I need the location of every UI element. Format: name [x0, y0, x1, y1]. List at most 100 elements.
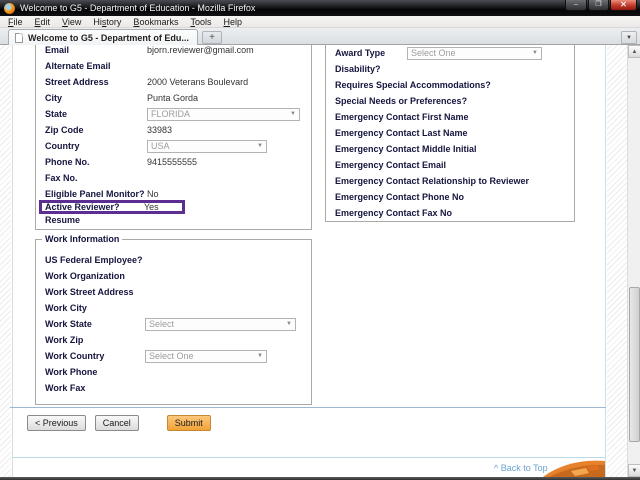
field-label: Emergency Contact First Name: [335, 112, 469, 122]
form-row: Work Zip ▼: [45, 332, 311, 348]
form-row: Resume ▼: [45, 212, 311, 228]
field-label: Special Needs or Preferences?: [335, 96, 468, 106]
field-value: 9415555555: [147, 157, 198, 167]
submit-button[interactable]: Submit: [166, 415, 211, 431]
field-label: Work City: [45, 303, 87, 313]
select-dropdown[interactable]: FLORIDA ▼: [147, 107, 300, 121]
list-tabs-button[interactable]: ▼: [621, 31, 637, 44]
award-emergency-box: Award Type Select One Select One ▼ Disab…: [325, 45, 575, 222]
menu-bar: File Edit View History Bookmarks Tools H…: [0, 16, 640, 28]
form-row: Fax No. ▼: [45, 170, 311, 186]
field-label: Work Fax: [45, 383, 86, 393]
window-titlebar: Welcome to G5 - Department of Education …: [0, 0, 640, 16]
field-label: Work State: [45, 319, 92, 329]
form-row: Emergency Contact First Name ▼: [335, 109, 574, 125]
form-row: Zip Code 33983 33983 ▼: [45, 122, 311, 138]
field-label: Email: [45, 45, 70, 55]
menu-item[interactable]: Edit: [29, 16, 57, 28]
form-row: Requires Special Accommodations? ▼: [335, 77, 574, 93]
fieldset-legend: Work Information: [42, 234, 123, 244]
menu-item[interactable]: Bookmarks: [127, 16, 184, 28]
previous-button[interactable]: < Previous: [27, 415, 86, 431]
browser-tab[interactable]: Welcome to G5 - Department of Edu...: [8, 29, 198, 45]
scroll-down-arrow[interactable]: ▼: [628, 464, 640, 477]
menu-item[interactable]: Help: [217, 16, 248, 28]
form-row: Phone No. 9415555555 9415555555 ▼: [45, 154, 311, 170]
field-label: City: [45, 93, 63, 103]
new-tab-button[interactable]: +: [202, 31, 222, 44]
form-row: Work City ▼: [45, 300, 311, 316]
form-row: Emergency Contact Phone No ▼: [335, 189, 574, 205]
field-label: Emergency Contact Middle Initial: [335, 144, 477, 154]
form-row: Emergency Contact Fax No ▼: [335, 205, 574, 221]
close-button[interactable]: ✕: [610, 0, 637, 11]
field-label: Award Type: [335, 48, 386, 58]
form-row: Emergency Contact Middle Initial ▼: [335, 141, 574, 157]
scrollbar-thumb[interactable]: [629, 286, 640, 443]
window-controls: – ❐ ✕: [564, 0, 637, 11]
menu-item[interactable]: History: [87, 16, 127, 28]
page-bg-stripes-right: [607, 45, 627, 477]
field-label: Zip Code: [45, 125, 84, 135]
form-row: US Federal Employee? ▼: [45, 252, 311, 268]
select-dropdown[interactable]: Select ▼: [145, 317, 296, 331]
select-dropdown[interactable]: USA ▼: [147, 139, 267, 153]
field-label: Street Address: [45, 77, 109, 87]
field-value: 2000 Veterans Boulevard: [147, 77, 249, 87]
field-label: Emergency Contact Last Name: [335, 128, 468, 138]
minimize-button[interactable]: –: [565, 0, 587, 11]
field-label: Emergency Contact Relationship to Review…: [335, 176, 530, 186]
field-value: 33983: [147, 125, 173, 135]
field-label: Alternate Email: [45, 61, 111, 71]
form-row: Work State Select Select ▼: [45, 316, 311, 332]
field-label: Emergency Contact Phone No: [335, 192, 465, 202]
field-label: Fax No.: [45, 173, 78, 183]
form-row: Work Organization ▼: [45, 268, 311, 284]
scroll-up-arrow[interactable]: ▲: [628, 45, 640, 58]
footer-graphic: [543, 456, 605, 477]
form-row: Work Country Select One Select One ▼: [45, 348, 311, 364]
field-label: Work Country: [45, 351, 105, 361]
form-row: Street Address 2000 Veterans Boulevard 2…: [45, 74, 311, 90]
field-label: Work Zip: [45, 335, 84, 345]
form-row: City Punta Gorda Punta Gorda ▼: [45, 90, 311, 106]
form-row: Emergency Contact Last Name ▼: [335, 125, 574, 141]
divider-line: [10, 407, 606, 408]
menu-item[interactable]: View: [56, 16, 87, 28]
form-row: Special Needs or Preferences? ▼: [335, 93, 574, 109]
field-label: Resume: [45, 215, 81, 225]
field-value: Punta Gorda: [147, 93, 199, 103]
form-row: State FLORIDA FLORIDA ▼: [45, 106, 311, 122]
chevron-down-icon: ▼: [257, 143, 263, 149]
field-label: Country: [45, 141, 80, 151]
firefox-icon: [4, 2, 15, 14]
vertical-scrollbar[interactable]: ▲ ▼: [627, 45, 640, 477]
field-value: bjorn.reviewer@gmail.com: [147, 45, 254, 55]
field-label: Work Organization: [45, 271, 125, 281]
menu-item[interactable]: File: [2, 16, 29, 28]
form-buttons: < Previous Cancel Submit: [27, 415, 211, 431]
field-label: Requires Special Accommodations?: [335, 80, 491, 90]
page-icon: [15, 32, 23, 43]
maximize-button[interactable]: ❐: [588, 0, 609, 11]
field-label: Work Phone: [45, 367, 98, 377]
form-row: Emergency Contact Relationship to Review…: [335, 173, 574, 189]
back-to-top-link[interactable]: ^ Back to Top: [494, 463, 548, 473]
field-label: State: [45, 109, 68, 119]
form-row: Disability? ▼: [335, 61, 574, 77]
form-row: Emergency Contact Email ▼: [335, 157, 574, 173]
field-label: Work Street Address: [45, 287, 134, 297]
field-label: Emergency Contact Email: [335, 160, 447, 170]
work-information-fieldset: Work Information US Federal Employee? ▼ …: [35, 234, 312, 405]
personal-info-box: Email bjorn.reviewer@gmail.com bjorn.rev…: [35, 45, 312, 230]
page-viewport: Email bjorn.reviewer@gmail.com bjorn.rev…: [0, 45, 640, 477]
form-row: Country USA USA ▼: [45, 138, 311, 154]
menu-item[interactable]: Tools: [184, 16, 217, 28]
page-bg-stripes-left: [0, 45, 11, 477]
tab-title: Welcome to G5 - Department of Edu...: [28, 32, 189, 43]
field-label: Disability?: [335, 64, 381, 74]
cancel-button[interactable]: Cancel: [94, 415, 139, 431]
form-row: Work Phone ▼: [45, 364, 311, 380]
select-dropdown[interactable]: Select One ▼: [145, 349, 267, 363]
select-dropdown[interactable]: Select One ▼: [407, 46, 542, 60]
